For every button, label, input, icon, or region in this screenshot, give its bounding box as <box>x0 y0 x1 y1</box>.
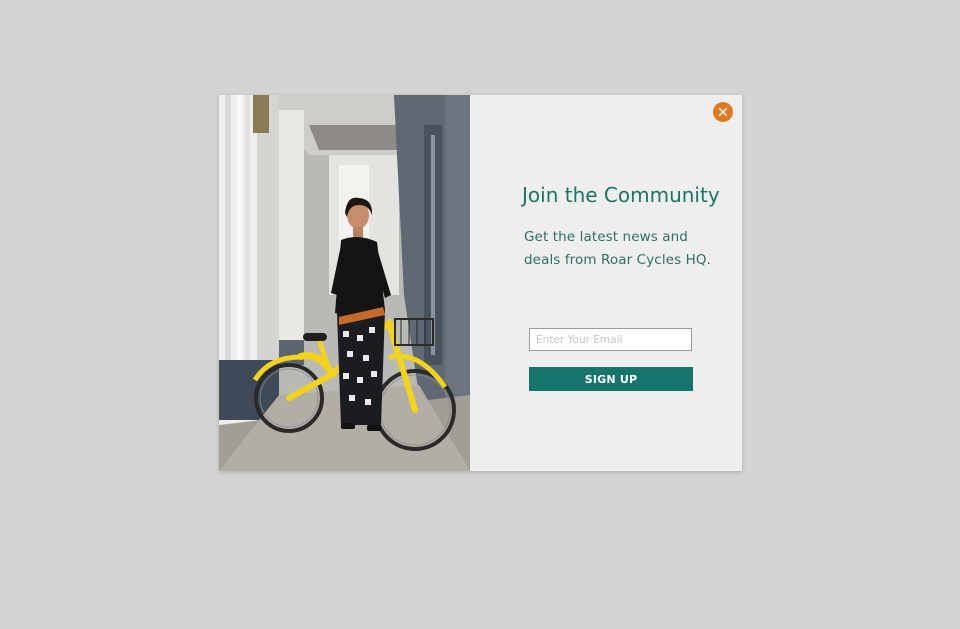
popup-heading: Join the Community <box>522 183 720 207</box>
popup-description-line-2: deals from Roar Cycles HQ. <box>524 252 711 268</box>
sign-up-button[interactable]: SIGN UP <box>529 367 693 391</box>
close-icon <box>718 107 728 117</box>
signup-modal: Join the Community Get the latest news a… <box>219 95 742 471</box>
popup-description-line-1: Get the latest news and <box>524 229 688 245</box>
woman-with-yellow-bicycle-photo <box>219 95 470 471</box>
popup-description: Get the latest news and deals from Roar … <box>524 226 724 272</box>
email-field[interactable] <box>529 328 692 351</box>
close-button[interactable] <box>713 102 733 122</box>
